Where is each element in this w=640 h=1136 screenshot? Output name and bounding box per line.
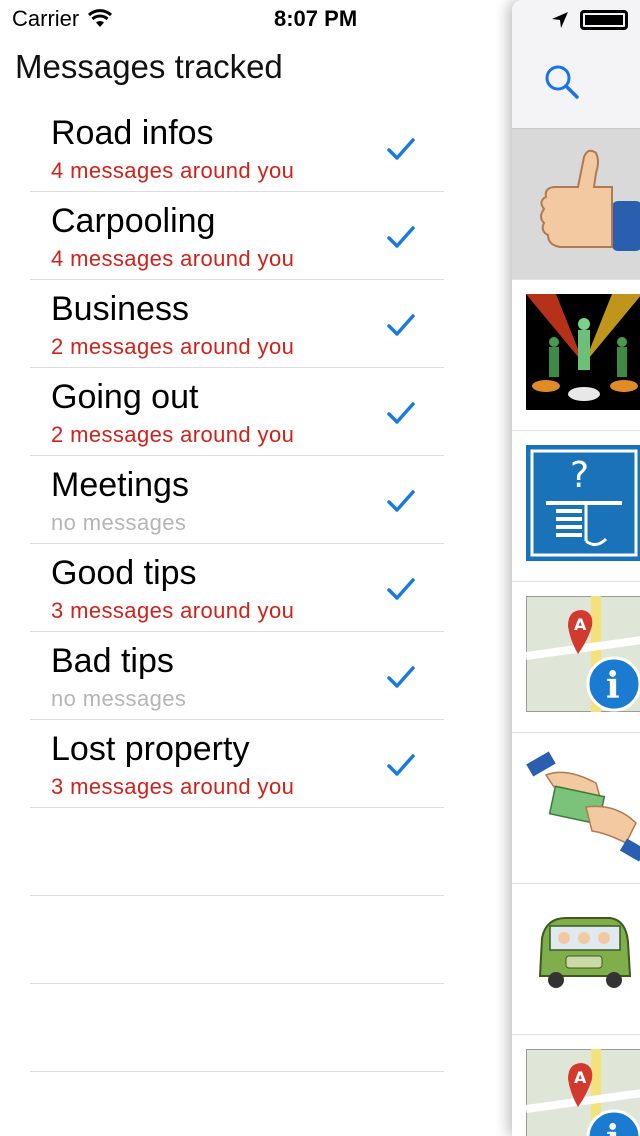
category-row[interactable]: Carpooling 4 messages around you	[30, 192, 444, 280]
category-name: Meetings	[51, 466, 189, 504]
carrier-label: Carrier	[12, 6, 80, 31]
money-handoff-row[interactable]	[512, 733, 640, 884]
status-bar-left: Carrier	[12, 6, 113, 32]
checkmark-icon	[387, 754, 415, 776]
category-message-count: 4 messages around you	[51, 246, 295, 271]
battery-icon	[580, 10, 628, 30]
category-name: Going out	[51, 378, 199, 416]
svg-text:i: i	[606, 1118, 620, 1136]
checkmark-icon	[387, 666, 415, 688]
map-info-image: A i	[526, 596, 640, 712]
money-handoff-image	[526, 747, 640, 863]
category-name: Road infos	[51, 114, 214, 152]
category-row[interactable]: Good tips 3 messages around you	[30, 544, 444, 632]
location-arrow-icon	[552, 12, 568, 28]
category-message-count: 2 messages around you	[51, 422, 295, 447]
empty-row	[30, 984, 444, 1072]
thumbs-up-image	[540, 149, 640, 251]
category-name: Bad tips	[51, 642, 174, 680]
checkmark-icon	[387, 314, 415, 336]
page-title: Messages tracked	[15, 48, 283, 85]
peek-nav-bar	[512, 40, 640, 129]
category-name: Good tips	[51, 554, 197, 592]
dance-party-image	[526, 294, 640, 410]
main-view-peek[interactable]: ? A i A	[512, 0, 640, 1136]
checkmark-icon	[387, 226, 415, 248]
carpool-car-image	[526, 898, 640, 1014]
svg-text:i: i	[606, 665, 620, 707]
svg-text:A: A	[574, 615, 587, 634]
checkmark-icon	[387, 490, 415, 512]
empty-row	[30, 808, 444, 896]
checkmark-icon	[387, 402, 415, 424]
category-message-count: no messages	[51, 510, 187, 535]
map-info-image: A i	[526, 1049, 640, 1136]
peek-status-bar	[512, 0, 640, 40]
category-name: Carpooling	[51, 202, 216, 240]
category-name: Business	[51, 290, 189, 328]
svg-text:A: A	[574, 1068, 587, 1087]
category-message-count: 4 messages around you	[51, 158, 295, 183]
empty-row	[30, 896, 444, 984]
svg-text:?: ?	[570, 455, 589, 496]
category-row[interactable]: Bad tips no messages	[30, 632, 444, 720]
thumbs-up-row[interactable]	[512, 129, 640, 280]
category-row[interactable]: Business 2 messages around you	[30, 280, 444, 368]
lost-umbrella-row[interactable]: ?	[512, 431, 640, 582]
map-info-row[interactable]: A i	[512, 582, 640, 733]
lost-umbrella-sign-image: ?	[526, 445, 640, 561]
category-message-count: 3 messages around you	[51, 598, 295, 623]
category-message-count: 2 messages around you	[51, 334, 295, 359]
category-name: Lost property	[51, 730, 250, 768]
search-icon[interactable]	[542, 62, 582, 102]
category-row[interactable]: Going out 2 messages around you	[30, 368, 444, 456]
checkmark-icon	[387, 578, 415, 600]
category-row[interactable]: Meetings no messages	[30, 456, 444, 544]
status-time: 8:07 PM	[274, 6, 358, 31]
carpool-row[interactable]	[512, 884, 640, 1035]
category-list: Road infos 4 messages around you Carpoolin…	[30, 104, 444, 1072]
category-message-count: 3 messages around you	[51, 774, 295, 799]
wifi-icon	[88, 9, 113, 27]
categories-menu: Carrier 8:07 PM Messages tracked Road in…	[0, 0, 512, 1136]
category-message-count: no messages	[51, 686, 187, 711]
category-row[interactable]: Lost property 3 messages around you	[30, 720, 444, 808]
category-row[interactable]: Road infos 4 messages around you	[30, 104, 444, 192]
map-info-row-2[interactable]: A i	[512, 1035, 640, 1136]
dance-party-row[interactable]	[512, 280, 640, 431]
checkmark-icon	[387, 138, 415, 160]
